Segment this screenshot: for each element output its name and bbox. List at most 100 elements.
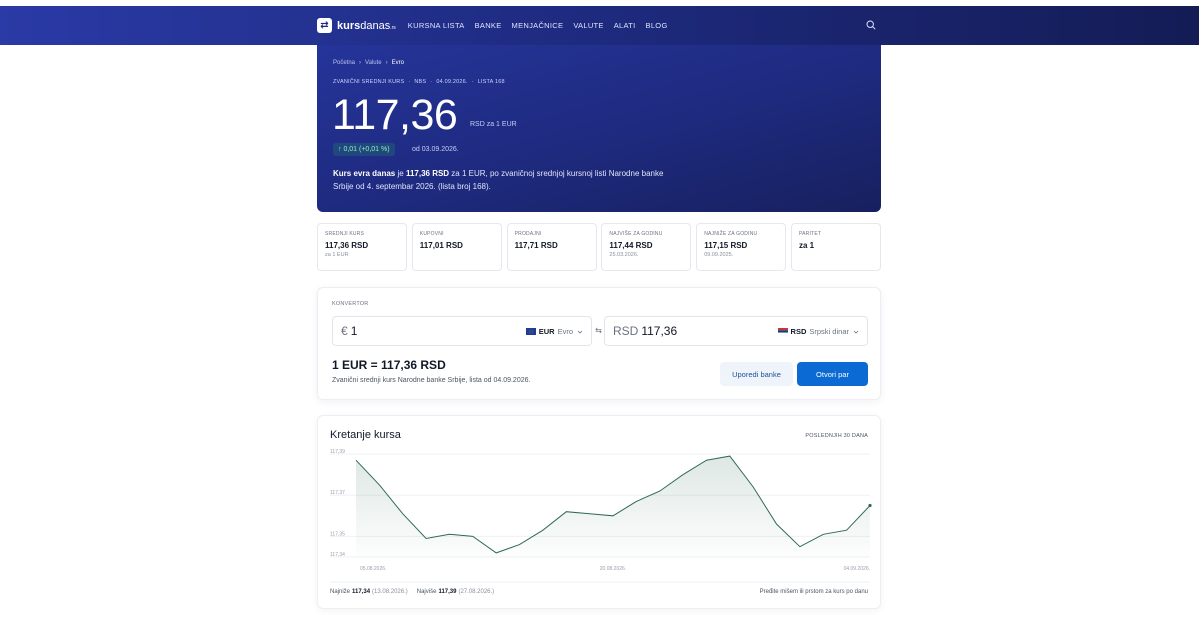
stat-card-paritet: PARITET za 1 — [790, 223, 881, 271]
chart-card: Kretanje kursa POSLEDNJIH 30 DANA 117,39… — [317, 415, 881, 609]
from-amount[interactable]: €1 — [341, 324, 357, 338]
from-prefix: € — [341, 324, 348, 338]
stat-card-najnize: NAJNIŽE ZA GODINU 117,15 RSD 09.09.2025. — [696, 223, 787, 271]
logo-icon[interactable]: ⇄ — [317, 18, 332, 33]
chart-footer-stats: Najniže 117,34 (13.08.2026.) Najviše 117… — [330, 589, 494, 595]
from-currency-code: EUR — [538, 327, 555, 336]
meta-dot: · — [471, 79, 474, 85]
eu-flag-icon — [525, 328, 536, 335]
max-value: 117,39 — [438, 589, 457, 595]
stat-label: NAJVIŠE ZA GODINU — [609, 231, 663, 237]
nav-link-alati[interactable]: ALATI — [614, 21, 636, 30]
y-tick-label: 117,37 — [330, 490, 345, 496]
stat-card-najvise: NAJVIŠE ZA GODINU 117,44 RSD 25.03.2026. — [601, 223, 692, 271]
breadcrumb-home[interactable]: Početna — [333, 60, 355, 66]
logo-bold: kurs — [337, 19, 361, 32]
converter-label: KONVERTOR — [332, 301, 369, 307]
nav-link-valute[interactable]: VALUTE — [573, 21, 603, 30]
max-date: (27.08.2026.) — [458, 589, 495, 595]
change-since: od 03.09.2026. — [412, 146, 459, 153]
hero-panel: Početna › Valute › Evro ZVANIČNI SREDNJI… — [317, 45, 881, 212]
stat-label: SREDNJI KURS — [325, 231, 365, 237]
conversion-note: Zvanični srednji kurs Narodne banke Srbi… — [332, 377, 531, 384]
current-rate: 117,36 — [332, 91, 458, 139]
y-tick-label: 117,34 — [330, 552, 345, 558]
data-point — [868, 503, 872, 508]
meta-date: 04.09.2026. — [436, 79, 468, 85]
to-value: 117,36 — [641, 324, 678, 338]
rate-meta: ZVANIČNI SREDNJI KURS · NBS · 04.09.2026… — [333, 79, 505, 85]
stat-sub: 09.09.2025. — [704, 252, 734, 258]
to-prefix: RSD — [613, 324, 639, 338]
min-label: Najniže — [330, 589, 351, 595]
y-tick-label: 117,35 — [330, 531, 345, 537]
from-currency-select[interactable]: EUR Evro — [525, 327, 583, 336]
stats-row: SREDNJI KURS 117,36 RSD za 1 EUR KUPOVNI… — [317, 223, 881, 271]
x-tick-label: 04.09.2026. — [844, 566, 870, 572]
desc-connector: je — [395, 169, 406, 178]
x-tick-label: 20.08.2026. — [600, 566, 626, 572]
nav-link-menjacnice[interactable]: MENJAČNICE — [512, 21, 564, 30]
nav-link-banke[interactable]: BANKE — [475, 21, 502, 30]
logo-text[interactable]: kursdanas.rs — [337, 20, 396, 32]
rate-chart[interactable]: 117,39 117,37 117,35 117,34 05.08.2026. 20.08… — [318, 416, 882, 610]
conversion-result: 1 EUR = 117,36 RSD — [332, 358, 446, 372]
nav-link-kursna-lista[interactable]: KURSNA LISTA — [408, 21, 465, 30]
rate-unit: RSD za 1 EUR — [470, 121, 517, 128]
stat-value: 117,71 RSD — [514, 241, 558, 250]
chevron-down-icon — [577, 330, 583, 334]
desc-rate: 117,36 RSD — [405, 169, 450, 178]
swap-icon[interactable]: ⇆ — [594, 326, 603, 335]
breadcrumb-valute[interactable]: Valute — [365, 60, 382, 66]
stat-label: KUPOVNI — [419, 231, 444, 237]
nav-links: KURSNA LISTA BANKE MENJAČNICE VALUTE ALA… — [408, 21, 678, 30]
nav-link-blog[interactable]: BLOG — [646, 21, 668, 30]
serbia-flag-icon — [777, 328, 788, 335]
breadcrumb-separator: › — [385, 60, 388, 66]
to-amount: RSD 117,36 — [613, 324, 677, 338]
change-badge: ↑ 0,01 (+0,01 %) — [333, 143, 395, 156]
meta-list: LISTA 168 — [477, 79, 505, 85]
meta-dot: · — [430, 79, 433, 85]
stat-label: NAJNIŽE ZA GODINU — [704, 231, 758, 237]
from-value: 1 — [350, 324, 358, 338]
stat-label: PRODAJNI — [514, 231, 542, 237]
stat-card-srednji: SREDNJI KURS 117,36 RSD za 1 EUR — [317, 223, 407, 271]
breadcrumb: Početna › Valute › Evro — [333, 60, 404, 66]
open-pair-button[interactable]: Otvori par — [797, 362, 868, 386]
y-tick-label: 117,39 — [330, 449, 345, 455]
chevron-down-icon — [853, 330, 859, 334]
meta-type: ZVANIČNI SREDNJI KURS — [333, 79, 405, 85]
to-currency-code: RSD — [790, 327, 807, 336]
max-label: Najviše — [416, 589, 437, 595]
stat-value: za 1 — [798, 241, 815, 250]
min-date: (13.08.2026.) — [372, 589, 408, 595]
to-currency-select[interactable]: RSD Srpski dinar — [777, 327, 859, 336]
chart-hint: Pređite mišem ili prstom za kurs po danu — [759, 589, 868, 595]
breadcrumb-separator: › — [359, 60, 362, 66]
search-icon[interactable] — [866, 20, 876, 30]
stat-value: 117,15 RSD — [704, 241, 748, 250]
from-amount-field[interactable]: €1 EUR Evro — [332, 316, 592, 346]
stat-label: PARITET — [798, 231, 822, 237]
min-value: 117,34 — [352, 589, 371, 595]
stat-card-prodajni: PRODAJNI 117,71 RSD — [506, 223, 597, 271]
stat-value: 117,01 RSD — [419, 241, 463, 250]
x-tick-label: 05.08.2026. — [360, 566, 386, 572]
stat-value: 117,36 RSD — [325, 241, 369, 250]
compare-banks-button[interactable]: Uporedi banke — [720, 362, 793, 386]
from-currency-name: Evro — [557, 327, 573, 336]
logo-tld: .rs — [390, 24, 396, 31]
logo-thin: danas — [360, 19, 391, 32]
navbar-inner: ⇄ kursdanas.rs KURSNA LISTA BANKE MENJAČ… — [317, 6, 881, 45]
to-amount-field[interactable]: RSD 117,36 RSD Srpski dinar — [604, 316, 868, 346]
converter-card: KONVERTOR €1 EUR Evro ⇆ RSD 117,36 RSD Sr… — [317, 287, 881, 400]
stat-sub: 25.03.2026. — [609, 252, 639, 258]
desc-lead: Kurs evra danas — [333, 169, 396, 178]
rate-description: Kurs evra danas je 117,36 RSD za 1 EUR, … — [333, 167, 673, 193]
stat-value: 117,44 RSD — [609, 241, 653, 250]
navbar: ⇄ kursdanas.rs KURSNA LISTA BANKE MENJAČ… — [0, 6, 1199, 45]
to-currency-name: Srpski dinar — [809, 327, 849, 336]
chart-area — [356, 456, 870, 557]
breadcrumb-current: Evro — [391, 60, 404, 66]
